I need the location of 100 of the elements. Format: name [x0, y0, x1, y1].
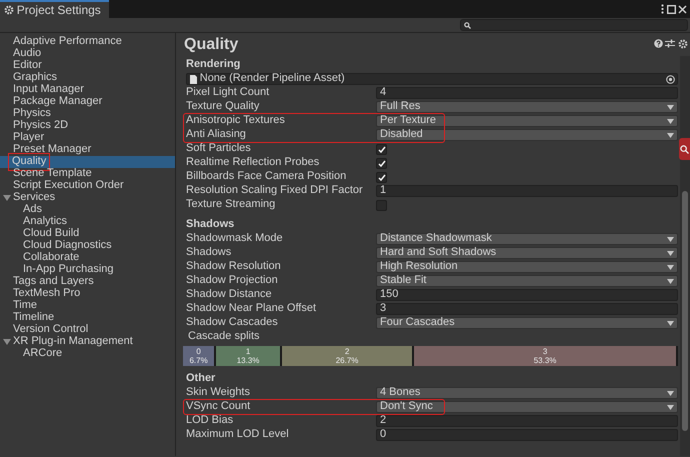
sidebar-item[interactable]: Version Control: [0, 324, 175, 336]
sidebar-label: Cloud Diagnostics: [23, 239, 112, 252]
object-field[interactable]: None (Render Pipeline Asset): [186, 73, 678, 85]
dropdown[interactable]: Per Texture: [376, 115, 678, 127]
sidebar-label: Graphics: [13, 71, 58, 84]
scrollbar-thumb[interactable]: [682, 191, 688, 431]
help-icon[interactable]: [654, 39, 662, 48]
search-icon: [680, 144, 689, 154]
cascade-segment[interactable]: 0 6.7%: [183, 346, 216, 366]
sidebar-item[interactable]: ARCore: [0, 348, 175, 360]
setting-label: Shadow Near Plane Offset: [186, 302, 318, 316]
number-field[interactable]: 4: [376, 87, 678, 99]
scrollbar[interactable]: [680, 56, 690, 456]
setting-label: VSync Count: [186, 400, 252, 414]
expand-arrow-icon[interactable]: [3, 195, 11, 201]
dropdown-arrow-icon: [667, 278, 674, 284]
sidebar-item[interactable]: Cloud Build: [0, 228, 175, 240]
dropdown[interactable]: Stable Fit: [376, 275, 678, 287]
dropdown[interactable]: Full Res: [376, 101, 678, 113]
sidebar-label: Package Manager: [13, 95, 102, 108]
sidebar-label: Audio: [13, 47, 42, 60]
setting-label: Billboards Face Camera Position: [186, 170, 348, 184]
setting-label: Texture Streaming: [186, 198, 276, 212]
sidebar-label: Physics: [13, 107, 51, 120]
checkbox[interactable]: [376, 144, 387, 154]
window-tab[interactable]: Project Settings: [0, 0, 109, 18]
setting-label: Realtime Reflection Probes: [186, 156, 320, 170]
dropdown[interactable]: Four Cascades: [376, 317, 678, 329]
target-icon[interactable]: [666, 74, 675, 84]
number-field[interactable]: 0: [376, 429, 678, 441]
dropdown[interactable]: Distance Shadowmask: [376, 233, 678, 245]
dropdown-arrow-icon: [667, 250, 674, 256]
setting-label: Shadow Distance: [186, 288, 273, 302]
sidebar-item[interactable]: Ads: [0, 204, 175, 216]
sidebar-item[interactable]: Analytics: [0, 216, 175, 228]
dropdown-arrow-icon: [667, 320, 674, 326]
sidebar-label: Quality: [10, 155, 48, 169]
sidebar-item[interactable]: Time: [0, 300, 175, 312]
expand-arrow-icon[interactable]: [3, 339, 11, 345]
settings-icon[interactable]: [678, 38, 688, 48]
sidebar-item[interactable]: XR Plug-in Management: [0, 336, 175, 348]
sidebar-item[interactable]: Scene Template: [0, 168, 175, 180]
more-icon[interactable]: [660, 4, 664, 14]
sidebar-item[interactable]: Audio: [0, 48, 175, 60]
checkbox[interactable]: [376, 158, 387, 168]
sliders-icon[interactable]: [665, 39, 676, 48]
sidebar-item[interactable]: TextMesh Pro: [0, 288, 175, 300]
cascade-segment[interactable]: 1 13.3%: [216, 346, 282, 366]
sidebar-item[interactable]: Cloud Diagnostics: [0, 240, 175, 252]
dropdown[interactable]: Disabled: [376, 129, 678, 141]
sidebar-item[interactable]: Services: [0, 192, 175, 204]
setting-label: Anti Aliasing: [186, 128, 247, 142]
setting-label: Maximum LOD Level: [186, 428, 290, 442]
sidebar-label: Script Execution Order: [13, 179, 124, 192]
sidebar-item[interactable]: Player: [0, 132, 175, 144]
sidebar-item[interactable]: Input Manager: [0, 84, 175, 96]
number-field[interactable]: 2: [376, 415, 678, 427]
sidebar-item[interactable]: Script Execution Order: [0, 180, 175, 192]
window-title: Project Settings: [16, 2, 101, 18]
dropdown-arrow-icon: [667, 390, 674, 396]
setting-label: Shadowmask Mode: [186, 232, 284, 246]
section-header: Other: [186, 372, 216, 386]
cascade-segment[interactable]: 2 26.7%: [282, 346, 414, 366]
sidebar-item[interactable]: Package Manager: [0, 96, 175, 108]
number-field[interactable]: 3: [376, 303, 678, 315]
sidebar-label: Version Control: [13, 323, 88, 336]
sidebar-item[interactable]: Physics 2D: [0, 120, 175, 132]
sidebar-item[interactable]: Graphics: [0, 72, 175, 84]
number-field[interactable]: 1: [376, 185, 678, 197]
dropdown-arrow-icon: [667, 404, 674, 410]
section-header: Rendering: [186, 58, 242, 72]
sidebar-item[interactable]: Preset Manager: [0, 144, 175, 156]
setting-label: Cascade splits: [187, 330, 261, 344]
setting-label: LOD Bias: [186, 414, 234, 428]
search-field[interactable]: [460, 19, 688, 31]
dropdown[interactable]: High Resolution: [376, 261, 678, 273]
sidebar-item[interactable]: Quality: [0, 156, 175, 168]
sidebar-item[interactable]: Timeline: [0, 312, 175, 324]
number-field[interactable]: 150: [376, 289, 678, 301]
setting-label: Skin Weights: [186, 386, 251, 400]
cascade-segment[interactable]: 3 53.3%: [414, 346, 678, 366]
sidebar-label: Physics 2D: [13, 119, 68, 132]
sidebar-label: Timeline: [13, 311, 54, 324]
dropdown-arrow-icon: [667, 236, 674, 242]
sidebar-label: Analytics: [23, 215, 68, 228]
sidebar-item[interactable]: Editor: [0, 60, 175, 72]
checkbox[interactable]: [376, 200, 387, 210]
sidebar-item[interactable]: Adaptive Performance: [0, 36, 175, 48]
search-tab[interactable]: [679, 138, 690, 160]
dropdown[interactable]: 4 Bones: [376, 387, 678, 399]
sidebar-item[interactable]: In-App Purchasing: [0, 264, 175, 276]
sidebar-item[interactable]: Physics: [0, 108, 175, 120]
checkbox[interactable]: [376, 172, 387, 182]
sidebar-item[interactable]: Tags and Layers: [0, 276, 175, 288]
dropdown[interactable]: Hard and Soft Shadows: [376, 247, 678, 259]
sidebar-item[interactable]: Collaborate: [0, 252, 175, 264]
close-icon[interactable]: [678, 4, 688, 14]
maximize-icon[interactable]: [666, 4, 676, 14]
dropdown[interactable]: Don't Sync: [376, 401, 678, 413]
sidebar-label: Input Manager: [13, 83, 84, 96]
